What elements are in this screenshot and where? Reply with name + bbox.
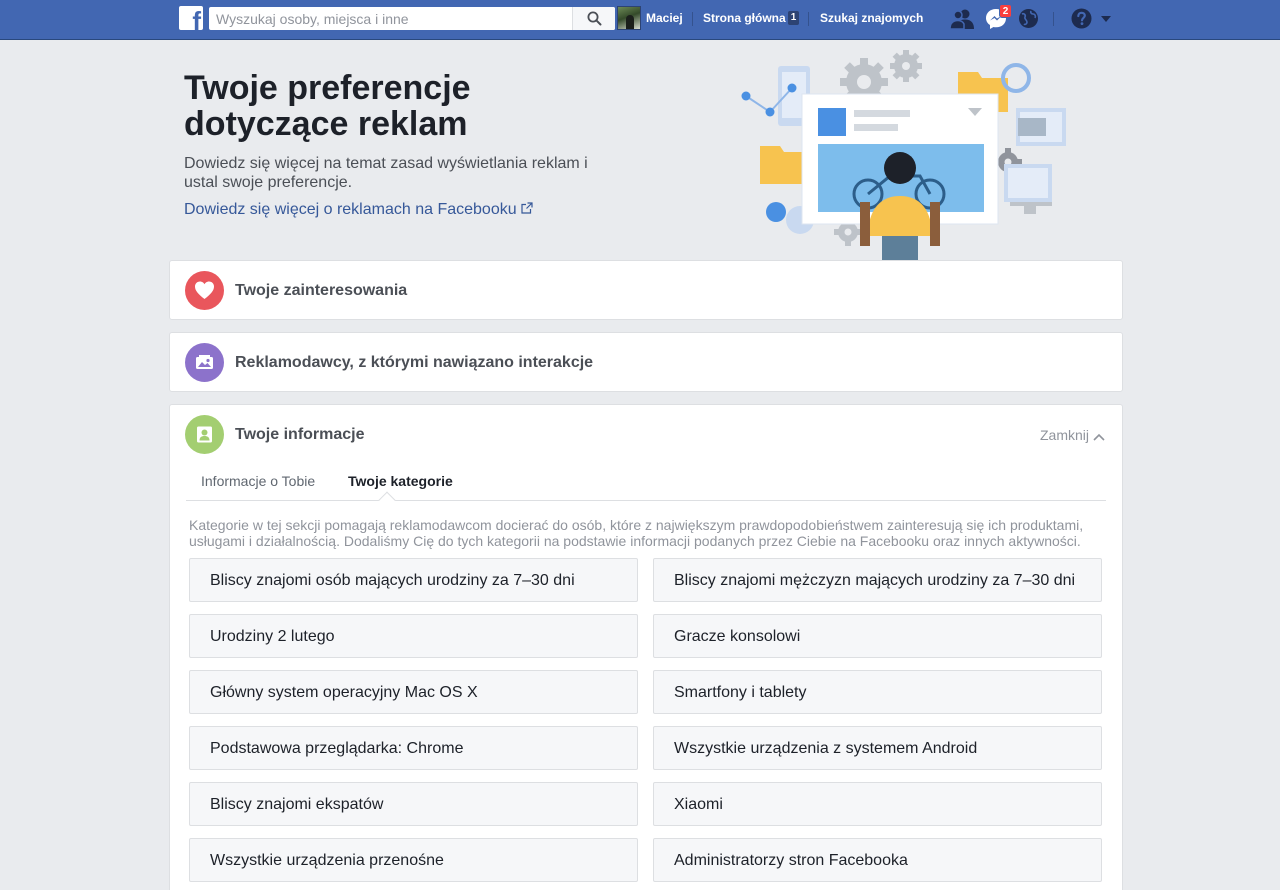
category-item[interactable]: Wszystkie urządzenia przenośne bbox=[189, 838, 638, 882]
home-link[interactable]: Strona główna bbox=[703, 11, 786, 25]
learn-more-link-label: Dowiedz się więcej o reklamach na Facebo… bbox=[184, 201, 517, 218]
messages-badge: 2 bbox=[999, 4, 1012, 18]
category-item[interactable]: Xiaomi bbox=[653, 782, 1102, 826]
category-item[interactable]: Gracze konsolowi bbox=[653, 614, 1102, 658]
category-label: Bliscy znajomi ekspatów bbox=[210, 796, 384, 813]
category-item[interactable]: Główny system operacyjny Mac OS X bbox=[189, 670, 638, 714]
nav-divider bbox=[1053, 12, 1054, 26]
avatar[interactable] bbox=[617, 6, 641, 30]
category-label: Smartfony i tablety bbox=[674, 684, 807, 701]
learn-more-link[interactable]: Dowiedz się więcej o reklamach na Facebo… bbox=[184, 201, 533, 219]
collapse-button[interactable]: Zamknij bbox=[1040, 427, 1105, 443]
help-icon[interactable] bbox=[1071, 8, 1092, 29]
category-label: Bliscy znajomi mężczyzn mających urodzin… bbox=[674, 572, 1076, 589]
your-information-section: Twoje informacje Zamknij Informacje o To… bbox=[169, 404, 1123, 890]
your-information-badge bbox=[185, 415, 224, 454]
active-tab-indicator bbox=[378, 491, 396, 509]
category-label: Urodziny 2 lutego bbox=[210, 628, 335, 645]
advertisers-section: Reklamodawcy, z którymi nawiązano intera… bbox=[169, 332, 1123, 392]
search-box bbox=[209, 7, 615, 30]
collapse-button-label: Zamknij bbox=[1039, 427, 1089, 443]
profile-link[interactable]: Maciej bbox=[646, 11, 683, 25]
tab-your-categories[interactable]: Twoje kategorie bbox=[348, 473, 453, 489]
category-item[interactable]: Wszystkie urządzenia z systemem Android bbox=[653, 726, 1102, 770]
person-card-icon bbox=[197, 426, 212, 443]
page-description: Dowiedz się więcej na temat zasad wyświe… bbox=[184, 155, 588, 191]
category-item[interactable]: Podstawowa przeglądarka: Chrome bbox=[189, 726, 638, 770]
find-friends-link[interactable]: Szukaj znajomych bbox=[820, 11, 923, 25]
category-label: Administratorzy stron Facebooka bbox=[674, 852, 908, 869]
info-tabs: Informacje o Tobie Twoje kategorie bbox=[186, 465, 1106, 509]
advertisers-badge bbox=[185, 343, 224, 382]
category-item[interactable]: Administratorzy stron Facebooka bbox=[653, 838, 1102, 882]
nav-divider bbox=[692, 12, 693, 26]
search-icon bbox=[587, 11, 602, 26]
category-item[interactable]: Bliscy znajomi ekspatów bbox=[189, 782, 638, 826]
interests-section: Twoje zainteresowania bbox=[169, 260, 1123, 320]
external-link-icon bbox=[521, 202, 533, 214]
tab-about-you[interactable]: Informacje o Tobie bbox=[201, 473, 315, 489]
chevron-up-icon bbox=[1093, 433, 1105, 441]
facebook-logo-icon[interactable]: f bbox=[179, 6, 203, 30]
category-item[interactable]: Smartfony i tablety bbox=[653, 670, 1102, 714]
category-label: Wszystkie urządzenia z systemem Android bbox=[674, 740, 978, 757]
category-label: Główny system operacyjny Mac OS X bbox=[210, 684, 478, 701]
heart-icon bbox=[195, 281, 214, 299]
advertisers-title: Reklamodawcy, z którymi nawiązano intera… bbox=[235, 354, 594, 371]
friend-requests-icon[interactable] bbox=[950, 8, 974, 30]
category-label: Xiaomi bbox=[674, 796, 723, 813]
your-information-title: Twoje informacje bbox=[235, 426, 365, 443]
your-information-section-header[interactable]: Twoje informacje Zamknij bbox=[170, 405, 1122, 463]
page-title: Twoje preferencje dotyczące reklam bbox=[184, 69, 471, 143]
nav-divider bbox=[808, 12, 809, 26]
interests-title: Twoje zainteresowania bbox=[235, 282, 408, 299]
interests-section-header[interactable]: Twoje zainteresowania bbox=[170, 261, 1122, 319]
interests-badge bbox=[185, 271, 224, 310]
globe-notifications-icon[interactable] bbox=[1018, 8, 1039, 29]
home-count-badge: 1 bbox=[788, 11, 799, 25]
top-navigation-bar: f Maciej Strona główna 1 Szukaj znajomyc… bbox=[0, 0, 1280, 40]
search-input[interactable] bbox=[209, 7, 571, 30]
category-label: Gracze konsolowi bbox=[674, 628, 801, 645]
category-item[interactable]: Bliscy znajomi osób mających urodziny za… bbox=[189, 558, 638, 602]
picture-icon bbox=[196, 355, 213, 369]
advertisers-section-header[interactable]: Reklamodawcy, z którymi nawiązano intera… bbox=[170, 333, 1122, 391]
ad-preferences-illustration bbox=[741, 50, 1066, 260]
categories-description: Kategorie w tej sekcji pomagają reklamod… bbox=[189, 517, 1084, 549]
category-item[interactable]: Bliscy znajomi mężczyzn mających urodzin… bbox=[653, 558, 1102, 602]
dropdown-caret-icon[interactable] bbox=[1100, 15, 1112, 23]
search-button[interactable] bbox=[572, 7, 615, 30]
category-label: Podstawowa przeglądarka: Chrome bbox=[210, 740, 464, 757]
category-label: Wszystkie urządzenia przenośne bbox=[210, 852, 444, 869]
category-item[interactable]: Urodziny 2 lutego bbox=[189, 614, 638, 658]
category-label: Bliscy znajomi osób mających urodziny za… bbox=[210, 572, 575, 589]
